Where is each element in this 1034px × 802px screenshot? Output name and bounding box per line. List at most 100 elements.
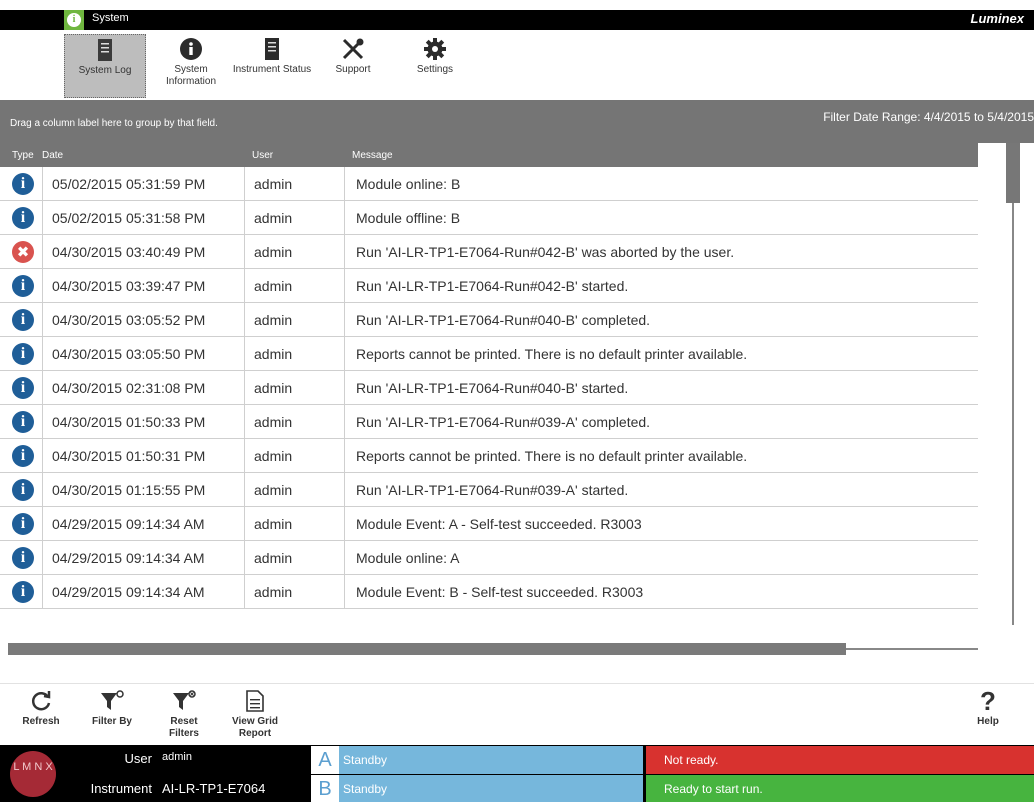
cell-message: Module online: B [356, 176, 461, 192]
info-icon: i [12, 309, 34, 331]
cell-user: admin [254, 176, 293, 192]
section-title: System [92, 12, 129, 24]
filter-reset-icon [158, 686, 210, 716]
info-icon: i [12, 411, 34, 433]
cell-message: Run 'AI-LR-TP1-E7064-Run#042-B' was abor… [356, 244, 735, 260]
cell-message: Module offline: B [356, 210, 461, 226]
vertical-scrollbar[interactable] [1006, 143, 1020, 625]
cell-date: 04/30/2015 03:05:52 PM [52, 312, 206, 328]
document-icon [65, 35, 145, 65]
info-icon: i [12, 513, 34, 535]
user-label: User [124, 751, 152, 766]
cell-message: Run 'AI-LR-TP1-E7064-Run#042-B' started. [356, 278, 629, 294]
group-by-panel[interactable]: Drag a column label here to group by tha… [0, 100, 1034, 143]
cell-user: admin [254, 516, 293, 532]
grid-header: Type Date User Message [0, 143, 978, 167]
table-row[interactable]: i 04/30/2015 03:39:47 PM admin Run 'AI-LR-T… [0, 269, 978, 303]
cell-message: Module Event: B - Self-test succeeded. R… [356, 584, 644, 600]
cell-message: Module Event: A - Self-test succeeded. R… [356, 516, 642, 532]
tab-settings[interactable]: Settings [410, 34, 460, 98]
tab-instrument-status[interactable]: Instrument Status [232, 34, 312, 98]
cell-message: Module online: A [356, 550, 460, 566]
tab-system-information[interactable]: System Information [158, 34, 224, 98]
cell-date: 04/30/2015 01:50:31 PM [52, 448, 206, 464]
table-row[interactable]: i 04/30/2015 01:50:31 PM admin Reports cann… [0, 439, 978, 473]
info-icon: i [12, 445, 34, 467]
cell-message: Reports cannot be printed. There is no d… [356, 346, 748, 362]
cell-date: 05/02/2015 05:31:59 PM [52, 176, 206, 192]
module-b-readiness: Ready to start run. [646, 775, 1034, 802]
info-icon [158, 34, 224, 64]
cell-user: admin [254, 550, 293, 566]
instrument-label: Instrument [90, 781, 152, 796]
cell-date: 04/29/2015 09:14:34 AM [52, 550, 205, 566]
table-row[interactable]: i 04/29/2015 09:14:34 AM admin Module onlin… [0, 541, 978, 575]
horizontal-scroll-thumb[interactable] [8, 643, 846, 655]
table-row[interactable]: i 04/30/2015 02:31:08 PM admin Run 'AI-LR-T… [0, 371, 978, 405]
table-row[interactable]: ✖ 04/30/2015 03:40:49 PM admin Run 'AI-LR-T… [0, 235, 978, 269]
refresh-icon [18, 686, 64, 716]
table-row[interactable]: i 04/30/2015 01:15:55 PM admin Run 'AI-LR-T… [0, 473, 978, 507]
table-row[interactable]: i 04/30/2015 01:50:33 PM admin Run 'AI-LR-T… [0, 405, 978, 439]
status-bar: L M N X User admin Instrument AI-LR-TP1-… [0, 745, 1034, 802]
filter-by-button[interactable]: Filter By [84, 686, 140, 727]
info-icon: i [12, 581, 34, 603]
user-value: admin [162, 751, 192, 763]
module-a-slot: A [311, 746, 339, 774]
module-b-slot: B [311, 775, 339, 802]
vertical-scroll-thumb[interactable] [1006, 143, 1020, 203]
info-icon: i [12, 343, 34, 365]
cell-user: admin [254, 448, 293, 464]
cell-user: admin [254, 380, 293, 396]
brand-logo: Luminex [970, 11, 1024, 26]
column-header-date[interactable]: Date [42, 150, 63, 161]
table-row[interactable]: i 05/02/2015 05:31:59 PM admin Module onlin… [0, 167, 978, 201]
cell-date: 04/29/2015 09:14:34 AM [52, 584, 205, 600]
cell-message: Run 'AI-LR-TP1-E7064-Run#040-B' started. [356, 380, 629, 396]
cell-date: 04/29/2015 09:14:34 AM [52, 516, 205, 532]
horizontal-scrollbar[interactable] [8, 643, 978, 655]
cell-date: 05/02/2015 05:31:58 PM [52, 210, 206, 226]
cell-date: 04/30/2015 02:31:08 PM [52, 380, 206, 396]
cell-user: admin [254, 312, 293, 328]
cell-user: admin [254, 482, 293, 498]
cell-message: Run 'AI-LR-TP1-E7064-Run#039-A' complete… [356, 414, 651, 430]
gear-icon [410, 34, 460, 64]
error-icon: ✖ [12, 241, 34, 263]
column-header-type[interactable]: Type [12, 150, 34, 161]
info-icon: i [12, 275, 34, 297]
system-log-grid: Type Date User Message i 05/02/2015 05:31… [0, 143, 978, 623]
refresh-button[interactable]: Refresh [18, 686, 64, 727]
tab-support[interactable]: Support [328, 34, 378, 98]
table-row[interactable]: i 05/02/2015 05:31:58 PM admin Module offli… [0, 201, 978, 235]
tools-icon [328, 34, 378, 64]
help-icon: ? [980, 685, 996, 716]
report-icon [226, 686, 284, 716]
module-a-status: Standby [339, 746, 643, 774]
help-button[interactable]: ? Help [968, 685, 1008, 728]
view-grid-report-button[interactable]: View Grid Report [226, 686, 284, 740]
info-icon: i [12, 377, 34, 399]
column-header-message[interactable]: Message [352, 150, 393, 161]
module-a-readiness: Not ready. [646, 746, 1034, 774]
table-row[interactable]: i 04/30/2015 03:05:52 PM admin Run 'AI-LR-T… [0, 303, 978, 337]
instrument-icon [232, 34, 312, 64]
info-icon: i [12, 479, 34, 501]
table-row[interactable]: i 04/29/2015 09:14:34 AM admin Module Event… [0, 575, 978, 609]
info-icon: i [67, 13, 81, 27]
cell-date: 04/30/2015 03:40:49 PM [52, 244, 206, 260]
luminex-logo: L M N X [10, 751, 56, 797]
cell-user: admin [254, 414, 293, 430]
cell-date: 04/30/2015 03:05:50 PM [52, 346, 206, 362]
tab-system-log[interactable]: System Log [64, 34, 146, 98]
reset-filters-button[interactable]: Reset Filters [158, 686, 210, 740]
cell-user: admin [254, 210, 293, 226]
column-header-user[interactable]: User [252, 150, 273, 161]
system-section-badge: i [64, 10, 84, 30]
table-row[interactable]: i 04/30/2015 03:05:50 PM admin Reports cann… [0, 337, 978, 371]
cell-user: admin [254, 584, 293, 600]
table-row[interactable]: i 04/29/2015 09:14:34 AM admin Module Event… [0, 507, 978, 541]
cell-user: admin [254, 244, 293, 260]
cell-user: admin [254, 278, 293, 294]
filter-icon [84, 686, 140, 716]
